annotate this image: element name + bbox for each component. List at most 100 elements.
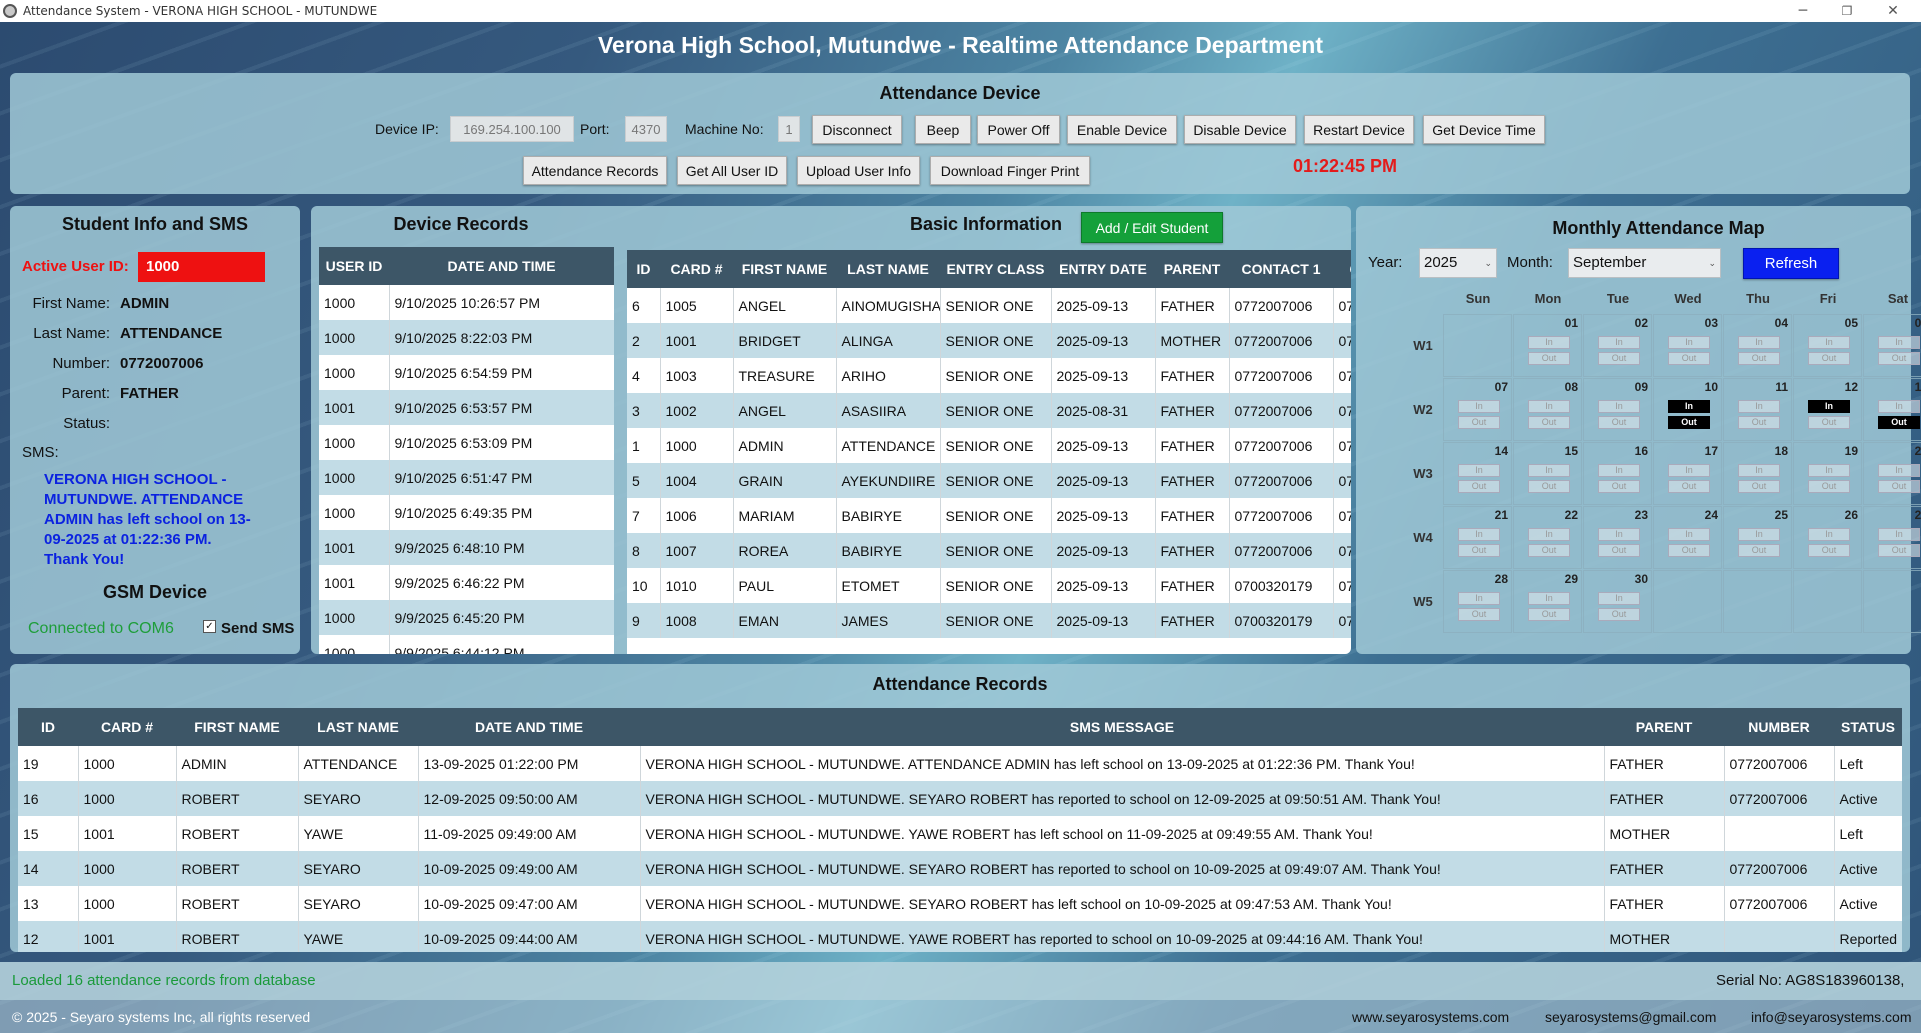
column-header[interactable]: USER ID (319, 247, 389, 285)
table-row[interactable]: 1001 9/9/2025 6:48:10 PM (319, 530, 614, 565)
column-header[interactable]: CONTACT 1 (1229, 250, 1333, 288)
table-row[interactable]: 2 1001 BRIDGET ALINGA SENIOR ONE 2025-09-13 MO… (627, 323, 1351, 358)
calendar-day[interactable]: 16 In Out (1583, 442, 1652, 505)
enable-device-button[interactable]: Enable Device (1067, 115, 1177, 144)
calendar-day[interactable]: 14 In Out (1443, 442, 1512, 505)
calendar-day[interactable]: 04 In Out (1723, 314, 1792, 377)
calendar-day[interactable]: 01 In Out (1513, 314, 1582, 377)
upload-user-info-button[interactable]: Upload User Info (797, 156, 920, 185)
calendar-day[interactable]: 24 In Out (1653, 506, 1722, 569)
close-button[interactable]: ✕ (1878, 0, 1908, 22)
column-header[interactable]: PARENT (1155, 250, 1229, 288)
calendar-day[interactable]: 19 In Out (1793, 442, 1862, 505)
table-row[interactable]: 1000 9/10/2025 6:54:59 PM (319, 355, 614, 390)
calendar-day[interactable]: 28 In Out (1443, 570, 1512, 633)
table-row[interactable]: 19 1000 ADMIN ATTENDANCE 13-09-2025 01:22:00… (18, 746, 1902, 781)
table-row[interactable]: 1001 9/9/2025 6:46:22 PM (319, 565, 614, 600)
info-email-link[interactable]: info@seyarosystems.com (1751, 1009, 1911, 1025)
column-header[interactable]: CARD # (660, 250, 733, 288)
table-row[interactable]: 1000 9/10/2025 6:49:35 PM (319, 495, 614, 530)
column-header[interactable]: LAST NAME (836, 250, 940, 288)
column-header[interactable]: ID (18, 708, 78, 746)
calendar-day[interactable]: 30 In Out (1583, 570, 1652, 633)
calendar-day[interactable]: 29 In Out (1513, 570, 1582, 633)
calendar-day[interactable]: 07 In Out (1443, 378, 1512, 441)
maximize-button[interactable]: ❐ (1832, 0, 1862, 22)
table-row[interactable]: 10 1010 PAUL ETOMET SENIOR ONE 2025-09-13 FATH… (627, 568, 1351, 603)
calendar-day[interactable]: 03 In Out (1653, 314, 1722, 377)
column-header[interactable]: STATUS (1834, 708, 1902, 746)
calendar-day[interactable]: 25 In Out (1723, 506, 1792, 569)
table-row[interactable]: 16 1000 ROBERT SEYARO 12-09-2025 09:50:00 AM… (18, 781, 1902, 816)
calendar-day[interactable]: 22 In Out (1513, 506, 1582, 569)
table-row[interactable]: 1 1000 ADMIN ATTENDANCE SENIOR ONE 2025-09-13… (627, 428, 1351, 463)
disconnect-button[interactable]: Disconnect (812, 115, 902, 144)
table-row[interactable]: 5 1004 GRAIN AYEKUNDIIRE SENIOR ONE 2025-09-1… (627, 463, 1351, 498)
column-header[interactable]: LAST NAME (298, 708, 418, 746)
table-row[interactable]: 14 1000 ROBERT SEYARO 10-09-2025 09:49:00 AM… (18, 851, 1902, 886)
column-header[interactable]: ID (627, 250, 660, 288)
table-row[interactable]: 3 1002 ANGEL ASASIIRA SENIOR ONE 2025-08-31 FA… (627, 393, 1351, 428)
table-row[interactable]: 13 1000 ROBERT SEYARO 10-09-2025 09:47:00 AM… (18, 886, 1902, 921)
table-row[interactable]: 1000 9/9/2025 6:44:12 PM (319, 635, 614, 654)
calendar-day[interactable]: 05 In Out (1793, 314, 1862, 377)
table-row[interactable]: 1000 9/10/2025 6:53:09 PM (319, 425, 614, 460)
disable-device-button[interactable]: Disable Device (1184, 115, 1296, 144)
restart-device-button[interactable]: Restart Device (1304, 115, 1414, 144)
column-header[interactable]: FIRST NAME (176, 708, 298, 746)
table-row[interactable]: 1000 9/9/2025 6:45:20 PM (319, 600, 614, 635)
column-header[interactable]: NUMBER (1724, 708, 1834, 746)
column-header[interactable]: SMS MESSAGE (640, 708, 1604, 746)
table-row[interactable]: 1000 9/10/2025 8:22:03 PM (319, 320, 614, 355)
table-row[interactable]: 1000 9/10/2025 6:51:47 PM (319, 460, 614, 495)
get-all-user-id-button[interactable]: Get All User ID (677, 156, 787, 185)
calendar-day[interactable]: 21 In Out (1443, 506, 1512, 569)
download-finger-print-button[interactable]: Download Finger Print (930, 156, 1090, 185)
calendar-day[interactable]: 08 In Out (1513, 378, 1582, 441)
table-row[interactable]: 7 1006 MARIAM BABIRYE SENIOR ONE 2025-09-13 FA… (627, 498, 1351, 533)
month-select[interactable]: September ⌄ (1568, 248, 1721, 278)
calendar-day[interactable]: 18 In Out (1723, 442, 1792, 505)
column-header[interactable]: CO (1333, 250, 1351, 288)
beep-button[interactable]: Beep (915, 115, 971, 144)
calendar-day[interactable]: 10 In Out (1653, 378, 1722, 441)
table-row[interactable]: 6 1005 ANGEL AINOMUGISHA SENIOR ONE 2025-09-1… (627, 288, 1351, 323)
column-header[interactable]: CARD # (78, 708, 176, 746)
calendar-day[interactable]: 06 In Out (1863, 314, 1921, 377)
column-header[interactable]: DATE AND TIME (418, 708, 640, 746)
device-ip-field[interactable]: 169.254.100.100 (450, 116, 574, 142)
get-device-time-button[interactable]: Get Device Time (1423, 115, 1545, 144)
table-row[interactable]: 12 1001 ROBERT YAWE 10-09-2025 09:44:00 AM VE… (18, 921, 1902, 952)
calendar-day[interactable]: 20 In Out (1863, 442, 1921, 505)
send-sms-checkbox[interactable]: ✓ (203, 620, 216, 633)
column-header[interactable]: ENTRY CLASS (940, 250, 1051, 288)
email-link[interactable]: seyarosystems@gmail.com (1545, 1009, 1716, 1025)
column-header[interactable]: PARENT (1604, 708, 1724, 746)
column-header[interactable]: DATE AND TIME (389, 247, 614, 285)
table-row[interactable]: 1000 9/10/2025 10:26:57 PM (319, 285, 614, 320)
table-row[interactable]: 8 1007 ROREA BABIRYE SENIOR ONE 2025-09-13 FAT… (627, 533, 1351, 568)
calendar-day[interactable]: 23 In Out (1583, 506, 1652, 569)
table-row[interactable]: 4 1003 TREASURE ARIHO SENIOR ONE 2025-09-13 FA… (627, 358, 1351, 393)
calendar-day[interactable]: 13 In Out (1863, 378, 1921, 441)
calendar-day[interactable]: 12 In Out (1793, 378, 1862, 441)
table-row[interactable]: 9 1008 EMAN JAMES SENIOR ONE 2025-09-13 FATHER… (627, 603, 1351, 638)
port-field[interactable]: 4370 (625, 116, 667, 142)
calendar-day[interactable]: 09 In Out (1583, 378, 1652, 441)
year-select[interactable]: 2025 ⌄ (1419, 248, 1497, 278)
calendar-day[interactable]: 15 In Out (1513, 442, 1582, 505)
refresh-button[interactable]: Refresh (1743, 248, 1839, 279)
minimize-button[interactable]: ─ (1788, 0, 1818, 22)
table-row[interactable]: 15 1001 ROBERT YAWE 11-09-2025 09:49:00 AM VE… (18, 816, 1902, 851)
calendar-day[interactable]: 02 In Out (1583, 314, 1652, 377)
calendar-day[interactable]: 17 In Out (1653, 442, 1722, 505)
add-edit-student-button[interactable]: Add / Edit Student (1081, 212, 1223, 243)
calendar-day[interactable]: 27 In Out (1863, 506, 1921, 569)
column-header[interactable]: FIRST NAME (733, 250, 836, 288)
machine-no-field[interactable]: 1 (778, 116, 800, 142)
attendance-records-button[interactable]: Attendance Records (523, 156, 667, 185)
calendar-day[interactable]: 26 In Out (1793, 506, 1862, 569)
power-off-button[interactable]: Power Off (977, 115, 1060, 144)
column-header[interactable]: ENTRY DATE (1051, 250, 1155, 288)
website-link[interactable]: www.seyarosystems.com (1352, 1009, 1509, 1025)
